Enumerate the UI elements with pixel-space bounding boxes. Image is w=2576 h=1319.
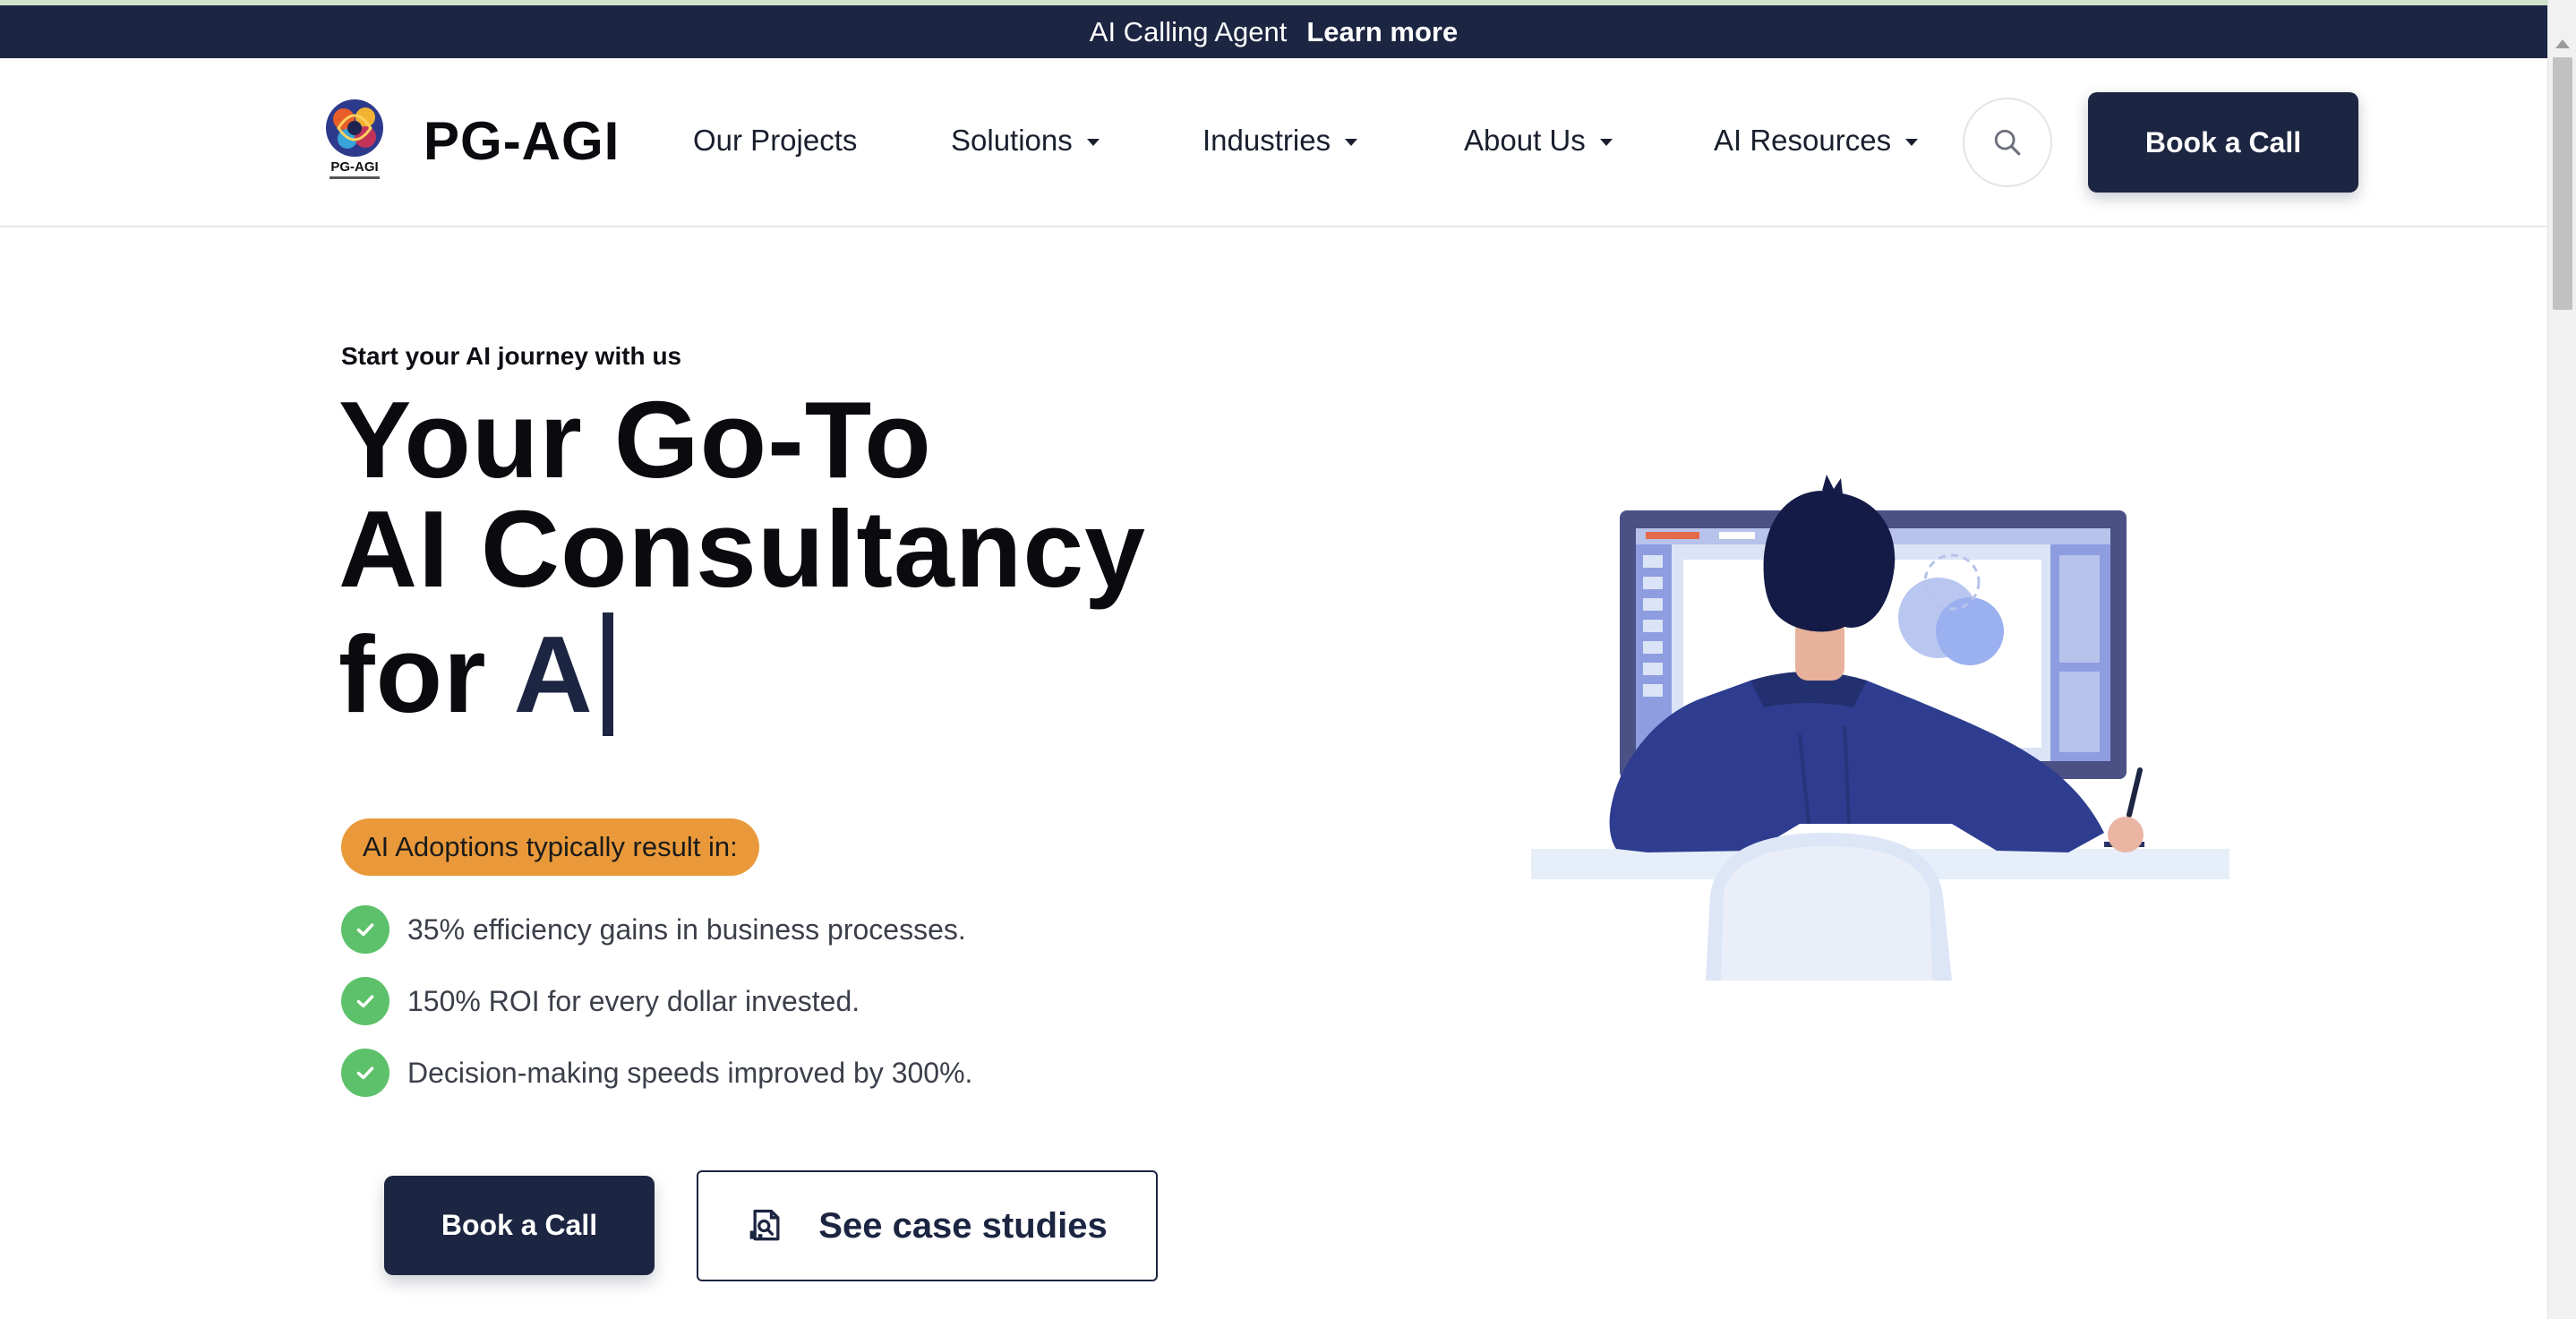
person-at-computer-illustration <box>1531 475 2229 981</box>
headline-prefix: for <box>338 613 487 735</box>
nav-solutions[interactable]: Solutions <box>951 121 1100 160</box>
main-navigation: PG-AGI PG-AGI Our Projects Solutions Ind… <box>0 58 2547 227</box>
benefit-item: Decision-making speeds improved by 300%. <box>341 1049 972 1097</box>
search-button[interactable] <box>1963 98 2052 187</box>
book-a-call-nav-button[interactable]: Book a Call <box>2088 92 2358 193</box>
nav-about-us-label: About Us <box>1464 124 1586 157</box>
headline-line-2: AI Consultancy <box>338 488 1147 610</box>
vertical-scrollbar[interactable] <box>2547 0 2576 1319</box>
headline-line-3: for A <box>338 612 1146 736</box>
check-icon <box>341 977 389 1025</box>
chevron-down-icon <box>1599 139 1613 146</box>
nav-industries-label: Industries <box>1202 124 1331 157</box>
announcement-bar: AI Calling Agent Learn more <box>0 5 2547 58</box>
headline-line-1: Your Go-To <box>338 379 932 501</box>
benefit-text: 150% ROI for every dollar invested. <box>407 984 860 1017</box>
benefit-text: 35% efficiency gains in business process… <box>407 912 966 946</box>
nav-our-projects-label: Our Projects <box>693 124 858 157</box>
see-case-studies-label: See case studies <box>818 1205 1108 1246</box>
search-icon <box>1994 129 2021 156</box>
see-case-studies-button[interactable]: See case studies <box>697 1170 1158 1281</box>
chevron-down-icon <box>1086 139 1100 146</box>
announcement-text: AI Calling Agent <box>1089 15 1288 47</box>
benefit-item: 35% efficiency gains in business process… <box>341 905 966 954</box>
case-study-icon <box>749 1209 780 1241</box>
chevron-down-icon <box>1905 139 1919 146</box>
typed-text: A <box>513 613 594 735</box>
chevron-down-icon <box>1345 139 1358 146</box>
check-icon <box>341 1049 389 1097</box>
brand-logo[interactable]: PG-AGI <box>321 94 389 184</box>
typing-cursor <box>602 612 613 736</box>
brand-name[interactable]: PG-AGI <box>424 110 620 172</box>
scrollbar-thumb[interactable] <box>2553 57 2572 310</box>
nav-ai-resources-label: AI Resources <box>1714 124 1892 157</box>
hero-headline: Your Go-To AI Consultancy for A <box>338 385 1146 736</box>
nav-ai-resources[interactable]: AI Resources <box>1714 121 1919 160</box>
nav-industries[interactable]: Industries <box>1202 121 1358 160</box>
adoption-badge: AI Adoptions typically result in: <box>341 818 759 876</box>
learn-more-link[interactable]: Learn more <box>1306 16 1458 48</box>
book-a-call-button[interactable]: Book a Call <box>384 1176 655 1275</box>
nav-solutions-label: Solutions <box>951 124 1073 157</box>
scroll-up-arrow-icon[interactable] <box>2555 39 2570 48</box>
check-icon <box>341 905 389 954</box>
nav-about-us[interactable]: About Us <box>1464 121 1613 160</box>
hero-eyebrow: Start your AI journey with us <box>341 342 682 370</box>
benefit-item: 150% ROI for every dollar invested. <box>341 977 860 1025</box>
nav-our-projects[interactable]: Our Projects <box>693 121 857 160</box>
benefit-text: Decision-making speeds improved by 300%. <box>407 1056 973 1089</box>
logo-text: PG-AGI <box>330 159 378 175</box>
